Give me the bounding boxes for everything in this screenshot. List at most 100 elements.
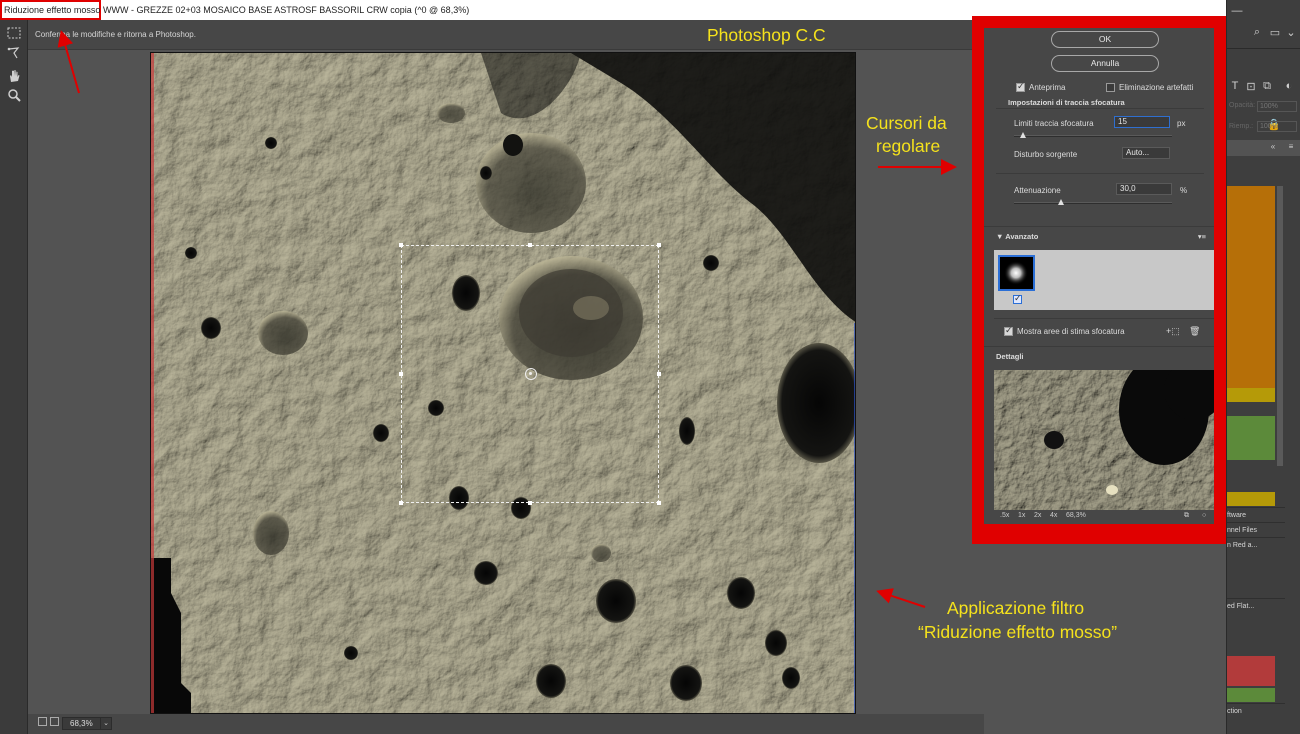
- smart-filter-icon[interactable]: ⧉: [1261, 80, 1273, 93]
- layer-group-green[interactable]: [1227, 688, 1275, 702]
- layer-group-orange[interactable]: [1227, 186, 1275, 388]
- panel-menu-icon[interactable]: ▾≡: [1198, 227, 1206, 247]
- dot-icon[interactable]: ○: [1202, 512, 1206, 519]
- layer-group-green[interactable]: [1227, 416, 1275, 460]
- selection-handle[interactable]: [399, 243, 403, 247]
- option-bar: Conferma le modifiche e ritorna a Photos…: [28, 20, 984, 50]
- blur-trace-limit-input[interactable]: 15: [1114, 116, 1170, 128]
- fill-field[interactable]: 100%: [1257, 121, 1297, 132]
- zoom-option[interactable]: 4x: [1050, 512, 1057, 519]
- collapse-icon[interactable]: «: [1267, 142, 1279, 151]
- annotation-sliders-line2: regolare: [876, 136, 941, 156]
- annotation-sliders-line1: Cursori da: [866, 113, 947, 133]
- advanced-section-header[interactable]: ▼ Avanzato ▾≡: [984, 226, 1214, 246]
- zoom-option[interactable]: 2x: [1034, 512, 1041, 519]
- blur-trace-thumbnail[interactable]: [998, 255, 1035, 291]
- advanced-label: Avanzato: [1005, 232, 1039, 241]
- unlock-detail-icon[interactable]: ⧉: [1184, 512, 1189, 520]
- show-estimation-areas-checkbox[interactable]: [1004, 325, 1013, 336]
- cancel-button[interactable]: Annulla: [1051, 55, 1159, 72]
- selection-center-target-icon[interactable]: [525, 368, 537, 380]
- layer-item[interactable]: ction: [1227, 703, 1285, 718]
- shape-filter-icon[interactable]: ⊡: [1245, 80, 1257, 93]
- smoothing-slider-thumb[interactable]: [1058, 199, 1064, 205]
- zoom-option[interactable]: .5x: [1000, 512, 1009, 519]
- marquee-tool-icon[interactable]: [5, 27, 23, 43]
- annotation-filter-line2: “Riduzione effetto mosso”: [918, 622, 1118, 642]
- tool-bar: [0, 20, 28, 734]
- triangle-down-icon: ▼: [996, 232, 1006, 241]
- blur-trace-limit-slider-thumb[interactable]: [1020, 132, 1026, 138]
- layers-scrollbar[interactable]: [1277, 186, 1283, 466]
- panel-tab-bar: « ≡: [1227, 140, 1300, 156]
- annotation-filter-line1: Applicazione filtro: [947, 598, 1085, 618]
- add-estimation-area-icon[interactable]: +⬚: [1166, 326, 1180, 337]
- opacity-label: Opacità:: [1229, 102, 1256, 109]
- blur-trace-limit-slider[interactable]: [1014, 135, 1172, 137]
- document-title: WWW - GREZZE 02+03 MOSAICO BASE ASTROSF …: [103, 5, 470, 15]
- smoothing-label: Attenuazione: [1014, 186, 1061, 195]
- right-panels: — ⌕ ▭ ⌄ T ⊡ ⧉ ◐ Opacità: 100% 🔒 Riemp.: …: [1226, 0, 1300, 734]
- ok-button[interactable]: OK: [1051, 31, 1159, 48]
- selection-handle[interactable]: [399, 501, 403, 505]
- trash-icon[interactable]: 🗑: [1189, 326, 1200, 337]
- layer-item[interactable]: ftware: [1227, 507, 1285, 522]
- source-noise-value: Auto...: [1126, 148, 1150, 157]
- detail-zoom-row: .5x 1x 2x 4x 68,3% ⧉ ○: [994, 512, 1214, 524]
- search-icon[interactable]: ⌕: [1251, 26, 1263, 39]
- annotation-app-name: Photoshop C.C: [707, 25, 826, 45]
- status-bar: 68,3% ⌄: [28, 714, 984, 734]
- layer-group-red[interactable]: [1227, 656, 1275, 686]
- blur-trace-limit-unit: px: [1177, 119, 1186, 128]
- minimize-icon[interactable]: —: [1231, 5, 1243, 17]
- layer-group-yellow[interactable]: [1227, 492, 1275, 506]
- blur-trace-checkbox[interactable]: [1013, 293, 1022, 304]
- fit-screen-icon[interactable]: [38, 717, 47, 726]
- fill-label: Riemp.:: [1229, 123, 1254, 130]
- zoom-option[interactable]: 68,3%: [1066, 512, 1086, 519]
- selection-handle[interactable]: [528, 243, 532, 247]
- layer-item[interactable]: ed Flat...: [1227, 598, 1285, 613]
- image-canvas[interactable]: [150, 52, 856, 714]
- workspace-icon[interactable]: ▭: [1269, 26, 1281, 39]
- blur-trace-limit-label: Limiti traccia sfocatura: [1014, 119, 1094, 128]
- selection-handle[interactable]: [399, 372, 403, 376]
- chevron-down-icon[interactable]: ⌄: [1285, 26, 1297, 39]
- detail-loupe[interactable]: [994, 370, 1214, 510]
- actual-size-icon[interactable]: [50, 717, 59, 726]
- panel-menu-icon[interactable]: ≡: [1285, 142, 1297, 151]
- source-noise-select[interactable]: Auto...: [1122, 147, 1170, 159]
- selection-handle[interactable]: [657, 501, 661, 505]
- artifact-suppression-checkbox[interactable]: [1106, 83, 1115, 92]
- type-filter-icon[interactable]: T: [1229, 80, 1241, 92]
- zoom-tool-icon[interactable]: [5, 88, 23, 104]
- smoothing-input[interactable]: 30,0: [1116, 183, 1172, 195]
- lasso-tool-icon[interactable]: [5, 46, 23, 62]
- trace-settings-header: Impostazioni di traccia sfocatura: [1008, 98, 1125, 107]
- zoom-option[interactable]: 1x: [1018, 512, 1025, 519]
- details-section-header: Dettagli: [984, 346, 1214, 366]
- shake-reduction-panel: OK Annulla Anteprima Eliminazione artefa…: [984, 28, 1214, 524]
- chevron-down-icon[interactable]: ⌄: [100, 717, 112, 730]
- filter-toggle-icon[interactable]: ◐: [1283, 80, 1295, 92]
- dialog-title: Riduzione effetto mosso: [0, 0, 101, 20]
- option-bar-hint: Conferma le modifiche e ritorna a Photos…: [35, 30, 196, 39]
- preview-checkbox[interactable]: [1016, 81, 1025, 92]
- smoothing-unit: %: [1180, 186, 1188, 195]
- layer-item[interactable]: n Red a...: [1227, 537, 1285, 552]
- layer-group-yellow[interactable]: [1227, 388, 1275, 402]
- zoom-level-value: 68,3%: [70, 719, 93, 728]
- preview-label: Anteprima: [1029, 83, 1066, 92]
- selection-handle[interactable]: [657, 372, 661, 376]
- selection-handle[interactable]: [528, 501, 532, 505]
- opacity-field[interactable]: 100%: [1257, 101, 1297, 112]
- smoothing-slider[interactable]: [1014, 202, 1172, 204]
- source-noise-label: Disturbo sorgente: [1014, 150, 1078, 159]
- show-estimation-areas-label: Mostra aree di stima sfocatura: [1017, 327, 1125, 336]
- layer-item[interactable]: nnel Files: [1227, 522, 1285, 537]
- artifact-suppression-label: Eliminazione artefatti: [1119, 83, 1194, 92]
- selection-handle[interactable]: [657, 243, 661, 247]
- hand-tool-icon[interactable]: [5, 69, 23, 85]
- arrow-to-canvas: [876, 588, 926, 608]
- details-label: Dettagli: [996, 352, 1024, 361]
